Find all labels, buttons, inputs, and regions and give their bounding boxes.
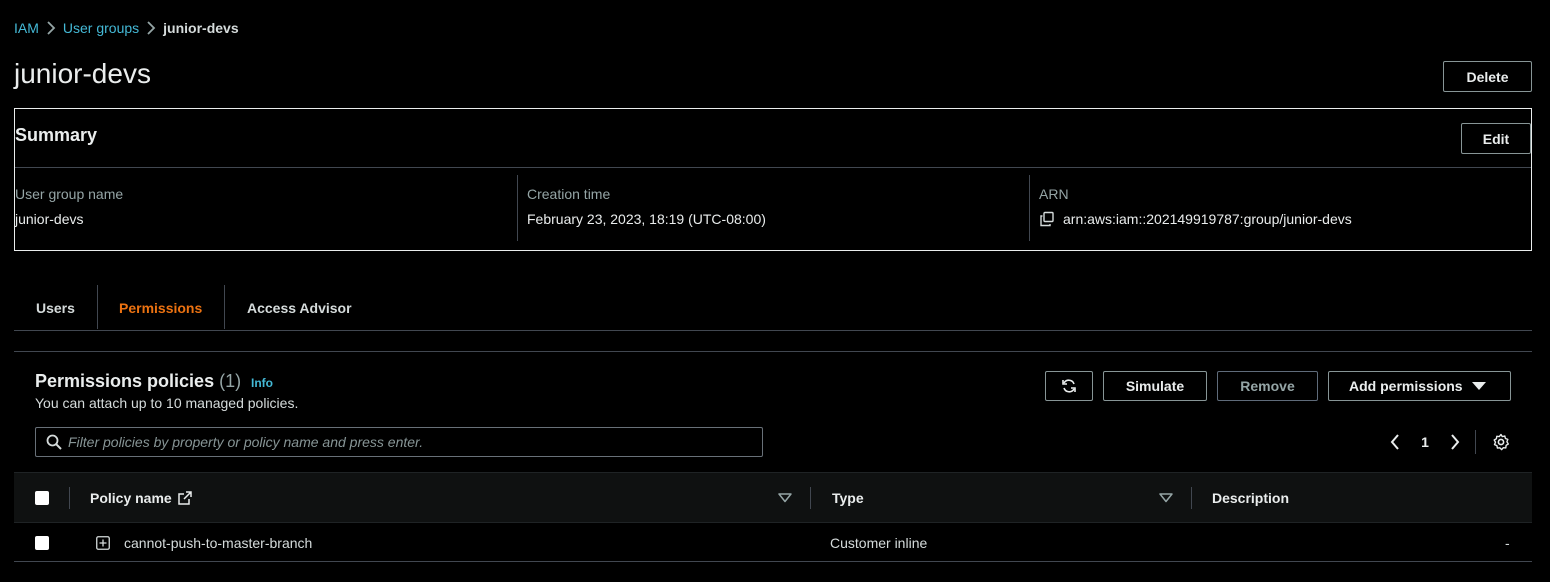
column-header-policy-name[interactable]: Policy name <box>90 473 192 523</box>
previous-page-icon[interactable] <box>1386 430 1404 454</box>
select-all-checkbox[interactable] <box>35 491 49 505</box>
summary-field-name: User group name junior-devs <box>15 175 517 241</box>
page-number[interactable]: 1 <box>1413 430 1437 454</box>
add-permissions-button[interactable]: Add permissions <box>1328 371 1511 401</box>
delete-button[interactable]: Delete <box>1443 61 1532 92</box>
search-icon <box>46 434 62 450</box>
remove-button[interactable]: Remove <box>1217 371 1318 401</box>
tab-users[interactable]: Users <box>36 285 75 331</box>
field-value-row: arn:aws:iam::202149919787:group/junior-d… <box>1039 211 1352 227</box>
policies-subtitle: You can attach up to 10 managed policies… <box>35 395 299 411</box>
chevron-right-icon <box>39 19 63 37</box>
column-header-type[interactable]: Type <box>832 473 864 523</box>
section-divider <box>14 351 1532 352</box>
row-checkbox[interactable] <box>35 536 49 550</box>
sort-down-icon[interactable] <box>1159 473 1173 523</box>
refresh-icon <box>1061 378 1077 394</box>
caret-down-icon <box>1471 381 1486 391</box>
chevron-right-icon <box>139 19 163 37</box>
summary-divider <box>15 167 1531 168</box>
pager-divider <box>1475 430 1476 454</box>
row-select-cell <box>35 523 49 563</box>
column-label: Policy name <box>90 490 172 506</box>
policies-count: (1) <box>219 371 242 391</box>
breadcrumb-iam-link[interactable]: IAM <box>14 20 39 36</box>
breadcrumb: IAM User groups junior-devs <box>14 19 239 37</box>
tab-divider <box>224 285 225 329</box>
table-row: cannot-push-to-master-branch Customer in… <box>14 522 1532 562</box>
field-label: Creation time <box>527 186 611 202</box>
policy-name-link[interactable]: cannot-push-to-master-branch <box>124 523 312 563</box>
policies-table-header: Policy name Type Description <box>14 472 1532 522</box>
summary-panel: Summary Edit User group name junior-devs… <box>14 108 1532 251</box>
sort-down-icon[interactable] <box>778 473 792 523</box>
column-divider <box>1191 487 1192 509</box>
field-value: February 23, 2023, 18:19 (UTC-08:00) <box>527 211 766 227</box>
policy-description: - <box>1505 535 1510 551</box>
policies-title: Permissions policies <box>35 371 215 391</box>
policy-filter <box>35 427 763 457</box>
column-divider <box>1029 175 1030 241</box>
page-title: junior-devs <box>14 58 151 89</box>
external-link-icon <box>177 491 192 505</box>
add-permissions-label: Add permissions <box>1349 378 1463 394</box>
breadcrumb-user-groups-link[interactable]: User groups <box>63 20 139 36</box>
info-link[interactable]: Info <box>251 376 273 390</box>
field-label: ARN <box>1039 186 1069 202</box>
tab-bar: Users Permissions Access Advisor <box>14 285 1532 331</box>
column-header-description[interactable]: Description <box>1212 473 1289 523</box>
simulate-button[interactable]: Simulate <box>1103 371 1207 401</box>
expand-icon[interactable] <box>96 523 110 563</box>
edit-button[interactable]: Edit <box>1461 123 1531 154</box>
next-page-icon[interactable] <box>1446 430 1464 454</box>
column-divider <box>517 175 518 241</box>
select-all-cell <box>35 473 49 523</box>
arn-value: arn:aws:iam::202149919787:group/junior-d… <box>1063 211 1352 227</box>
field-label: User group name <box>15 186 124 202</box>
copy-icon[interactable] <box>1039 211 1055 227</box>
column-divider <box>810 487 811 509</box>
summary-field-creation-time: Creation time February 23, 2023, 18:19 (… <box>527 175 1029 241</box>
breadcrumb-current: junior-devs <box>163 20 239 36</box>
policy-type: Customer inline <box>830 535 928 551</box>
tab-divider <box>97 285 98 329</box>
tab-permissions[interactable]: Permissions <box>119 285 202 331</box>
refresh-button[interactable] <box>1045 371 1093 401</box>
filter-input[interactable] <box>62 434 762 450</box>
gear-icon[interactable] <box>1490 430 1512 454</box>
column-divider <box>69 487 70 509</box>
summary-title: Summary <box>15 125 98 145</box>
tab-access-advisor[interactable]: Access Advisor <box>247 285 352 331</box>
policies-heading: Permissions policies (1) <box>35 371 241 392</box>
field-value: junior-devs <box>15 211 84 227</box>
summary-field-arn: ARN arn:aws:iam::202149919787:group/juni… <box>1039 175 1519 241</box>
